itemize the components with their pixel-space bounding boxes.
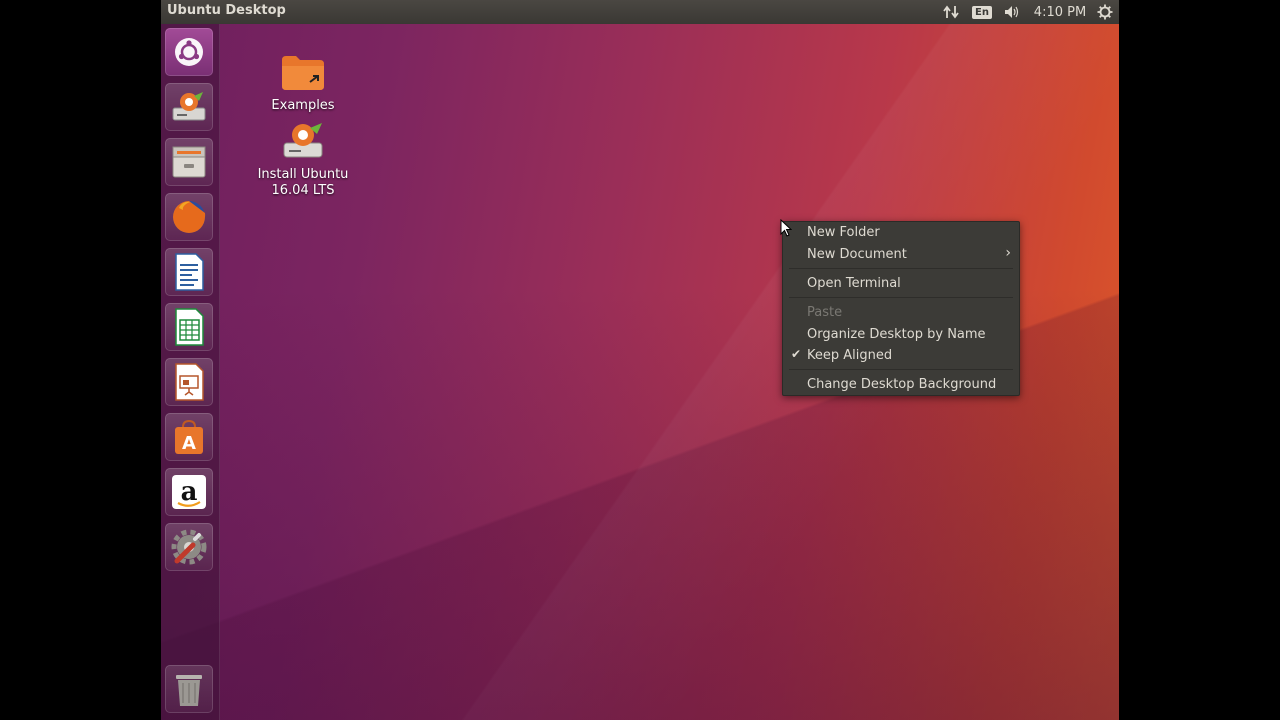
menu-item-keep-aligned[interactable]: ✔ Keep Aligned — [783, 345, 1019, 367]
mouse-pointer-icon — [780, 218, 793, 241]
system-settings-icon[interactable] — [165, 523, 213, 571]
menu-item-new-document[interactable]: New Document › — [783, 244, 1019, 266]
keyboard-layout-label: En — [972, 5, 992, 19]
network-transfer-icon[interactable] — [941, 2, 961, 22]
amazon-icon[interactable]: a — [165, 468, 213, 516]
menu-item-change-background[interactable]: Change Desktop Background — [783, 374, 1019, 396]
desktop-icon-label: Examples — [271, 98, 335, 113]
top-panel: Ubuntu Desktop En 4:10 PM — [161, 0, 1119, 24]
launcher: A a — [161, 24, 220, 720]
desktop-icon-examples[interactable]: Examples — [253, 48, 353, 114]
files-icon[interactable] — [165, 138, 213, 186]
clock[interactable]: 4:10 PM — [1033, 2, 1087, 22]
desktop-icon-install-ubuntu[interactable]: Install Ubuntu 16.04 LTS — [253, 117, 353, 199]
desktop-screen[interactable]: Ubuntu Desktop En 4:10 PM A a Examples I… — [161, 0, 1119, 720]
firefox-icon[interactable] — [165, 193, 213, 241]
window-title: Ubuntu Desktop — [167, 3, 286, 18]
menu-item-new-folder[interactable]: New Folder — [783, 222, 1019, 244]
install-ubuntu-icon[interactable] — [165, 83, 213, 131]
checkmark-icon: ✔ — [791, 347, 802, 361]
menu-separator — [789, 268, 1013, 269]
svg-text:a: a — [181, 477, 198, 507]
libreoffice-calc-icon[interactable] — [165, 303, 213, 351]
ubuntu-software-icon[interactable]: A — [165, 413, 213, 461]
volume-icon[interactable] — [1001, 2, 1023, 22]
folder-icon — [279, 48, 327, 96]
desktop-icon-label: Install Ubuntu 16.04 LTS — [257, 167, 349, 198]
libreoffice-writer-icon[interactable] — [165, 248, 213, 296]
menu-item-organize-desktop[interactable]: Organize Desktop by Name — [783, 324, 1019, 346]
libreoffice-impress-icon[interactable] — [165, 358, 213, 406]
menu-separator — [789, 297, 1013, 298]
menu-separator — [789, 369, 1013, 370]
svg-text:A: A — [182, 433, 196, 454]
dash-home-icon[interactable] — [165, 28, 213, 76]
settings-gear-icon[interactable] — [1095, 2, 1115, 22]
install-ubuntu-icon — [279, 117, 327, 165]
desktop-context-menu: New Folder New Document › Open Terminal … — [782, 221, 1020, 396]
chevron-right-icon: › — [1005, 245, 1011, 261]
menu-item-open-terminal[interactable]: Open Terminal — [783, 273, 1019, 295]
trash-icon[interactable] — [165, 665, 213, 713]
keyboard-layout-icon[interactable]: En — [971, 2, 993, 22]
menu-item-paste: Paste — [807, 305, 843, 320]
